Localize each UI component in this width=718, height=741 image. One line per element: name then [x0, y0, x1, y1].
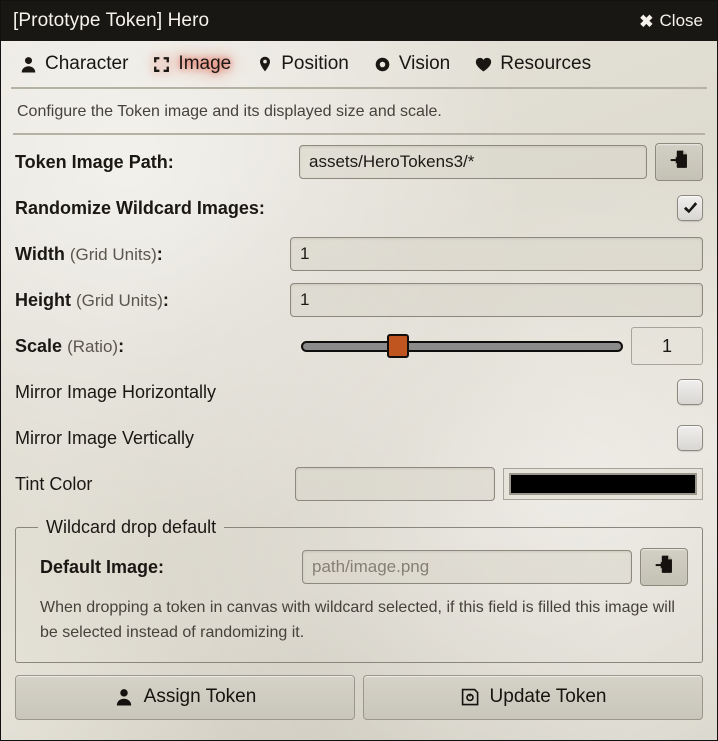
tab-resources[interactable]: Resources: [462, 51, 603, 77]
row-tint-color: Tint Color: [13, 465, 705, 503]
row-mirror-vertical: Mirror Image Vertically: [13, 419, 705, 457]
token-image-path-file-picker-button[interactable]: [655, 143, 703, 181]
tab-vision-label: Vision: [398, 53, 451, 74]
user-icon: [114, 687, 134, 707]
height-input[interactable]: 1: [290, 283, 703, 317]
tab-resources-label: Resources: [500, 53, 592, 74]
tab-navigation: Character Image Position Vision Resource…: [11, 41, 707, 89]
tab-character-label: Character: [45, 53, 129, 74]
row-mirror-horizontal: Mirror Image Horizontally: [13, 373, 705, 411]
wildcard-note: When dropping a token in canvas with wil…: [40, 599, 675, 641]
width-label: Width (Grid Units):: [15, 244, 290, 265]
checkmark-icon: [683, 201, 697, 213]
default-image-input[interactable]: path/image.png: [302, 550, 632, 584]
randomize-wildcard-checkbox[interactable]: [677, 195, 703, 221]
tab-position-label: Position: [281, 53, 349, 74]
token-config-window: [Prototype Token] Hero ✖ Close Character: [0, 0, 718, 741]
update-token-button[interactable]: Update Token: [363, 674, 703, 720]
tab-image[interactable]: Image: [140, 51, 243, 77]
user-icon: [19, 55, 38, 74]
height-label-units: (Grid Units): [76, 290, 163, 310]
scale-label-text: Scale: [15, 335, 63, 356]
eye-icon: [373, 55, 392, 74]
footer-buttons: Assign Token Update Token: [15, 674, 703, 720]
tab-character[interactable]: Character: [15, 51, 140, 77]
width-label-units: (Grid Units): [69, 244, 157, 264]
mirror-vertical-label: Mirror Image Vertically: [15, 427, 195, 448]
form-hint: Configure the Token image and its displa…: [13, 89, 705, 135]
map-pin-icon: [255, 55, 274, 74]
form-area: Token Image Path: assets/HeroTokens3/* R…: [11, 135, 707, 720]
update-token-label: Update Token: [489, 686, 607, 708]
save-floppy-icon: [460, 687, 480, 707]
token-image-path-label: Token Image Path:: [15, 151, 174, 172]
wildcard-drop-default-fieldset: Wildcard drop default Default Image: pat…: [15, 517, 703, 663]
width-label-text: Width: [15, 243, 65, 264]
tint-color-swatch-fill: [509, 473, 697, 495]
mirror-horizontal-checkbox[interactable]: [677, 379, 703, 405]
scale-label-colon: :: [118, 335, 125, 356]
row-token-image-path: Token Image Path: assets/HeroTokens3/*: [13, 143, 705, 181]
window-body: Character Image Position Vision Resource…: [1, 41, 717, 740]
close-button-label: Close: [659, 11, 703, 30]
scale-label: Scale (Ratio):: [15, 336, 290, 357]
height-label-text: Height: [15, 289, 71, 310]
height-label-colon: :: [162, 289, 169, 310]
width-label-colon: :: [156, 243, 163, 264]
scale-value-input[interactable]: 1: [631, 327, 703, 365]
heart-icon: [474, 55, 493, 74]
row-width: Width (Grid Units): 1: [13, 235, 705, 273]
assign-token-button[interactable]: Assign Token: [15, 674, 355, 720]
window-title: [Prototype Token] Hero: [13, 10, 210, 31]
window-title-bar: [Prototype Token] Hero ✖ Close: [1, 1, 717, 41]
file-import-icon: [669, 149, 690, 175]
tint-color-swatch[interactable]: [503, 468, 703, 500]
file-import-icon: [654, 554, 675, 580]
row-default-image: Default Image: path/image.png: [30, 548, 688, 586]
tint-color-input[interactable]: [295, 467, 495, 501]
height-label: Height (Grid Units):: [15, 290, 290, 311]
tab-position[interactable]: Position: [243, 51, 361, 77]
default-image-label: Default Image:: [40, 556, 165, 577]
tint-color-label: Tint Color: [15, 473, 93, 494]
width-input[interactable]: 1: [290, 237, 703, 271]
scale-slider-track: [301, 340, 623, 352]
assign-token-label: Assign Token: [143, 686, 257, 708]
tab-vision[interactable]: Vision: [361, 51, 462, 77]
row-scale: Scale (Ratio): 1: [13, 327, 705, 365]
close-x-icon: ✖: [639, 11, 654, 31]
randomize-wildcard-label: Randomize Wildcard Images:: [15, 197, 265, 218]
close-button[interactable]: ✖ Close: [639, 11, 703, 31]
image-frame-icon: [152, 55, 171, 74]
row-randomize-wildcard: Randomize Wildcard Images:: [13, 189, 705, 227]
mirror-vertical-checkbox[interactable]: [677, 425, 703, 451]
wildcard-fieldset-legend: Wildcard drop default: [46, 517, 217, 537]
scale-slider-thumb[interactable]: [386, 334, 409, 358]
default-image-file-picker-button[interactable]: [640, 548, 688, 586]
tab-image-label: Image: [178, 53, 232, 74]
scale-label-units: (Ratio): [67, 336, 119, 356]
scale-slider[interactable]: [301, 329, 623, 363]
token-image-path-input[interactable]: assets/HeroTokens3/*: [299, 145, 647, 179]
row-height: Height (Grid Units): 1: [13, 281, 705, 319]
mirror-horizontal-label: Mirror Image Horizontally: [15, 381, 217, 402]
